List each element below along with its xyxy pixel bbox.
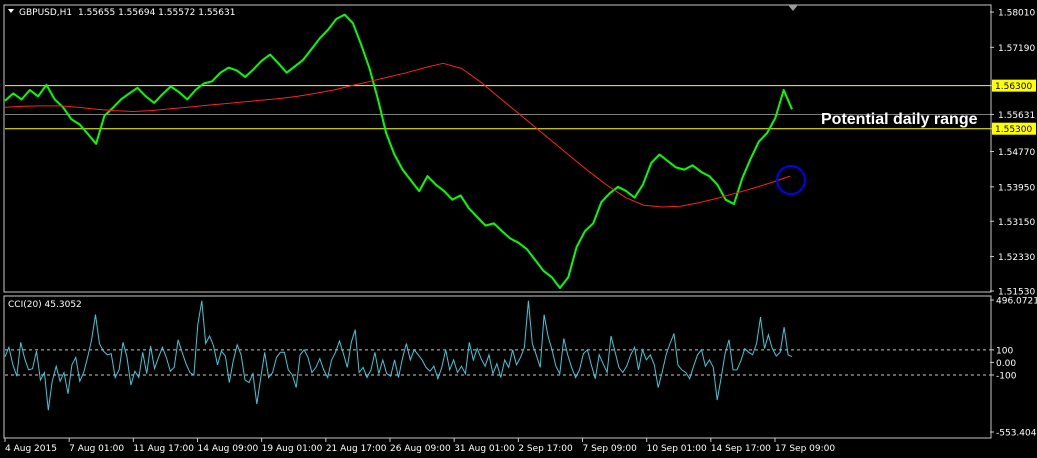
cci-series — [4, 300, 793, 411]
potential-daily-range-annotation: Potential daily range — [821, 111, 978, 128]
x-tick-label-7: 31 Aug 01:00 — [454, 444, 515, 454]
main-panel-frame — [3, 4, 992, 293]
x-tick-label-10: 10 Sep 01:00 — [647, 444, 707, 454]
cci-tick-label-1: 100 — [996, 346, 1013, 356]
trading-chart[interactable]: 1.58010 1.57190 1.55631 1.54770 1.53950 1.531… — [0, 0, 1037, 458]
x-tick-label-6: 26 Aug 09:00 — [390, 444, 451, 454]
x-tick-label-8: 2 Sep 17:00 — [518, 444, 573, 454]
x-tick-label-3: 14 Aug 09:00 — [198, 444, 259, 454]
cci-tick-label-4: -553.4042 — [996, 429, 1037, 439]
highlight-circle — [776, 165, 806, 195]
y-tick-label-3: 1.55631 — [998, 111, 1035, 121]
cci-line-0 — [4, 300, 793, 411]
ohlc-values: 1.55655 1.55694 1.55572 1.55631 — [78, 8, 235, 18]
x-tick-label-12: 17 Sep 09:00 — [775, 444, 835, 454]
price-axis: 1.58010 1.57190 1.55631 1.54770 1.53950 1.531… — [990, 9, 1035, 298]
series-line-0 — [4, 13, 793, 289]
x-tick-label-9: 7 Sep 09:00 — [583, 444, 638, 454]
series-line-1 — [4, 62, 791, 208]
x-tick-label-1: 7 Aug 01:00 — [69, 444, 124, 454]
cci-tick-label-3: -100 — [996, 371, 1017, 381]
x-tick-label-2: 11 Aug 17:00 — [133, 444, 194, 454]
x-tick-label-11: 14 Sep 17:00 — [711, 444, 771, 454]
x-tick-label-4: 19 Aug 01:00 — [262, 444, 323, 454]
menu-triangle-icon[interactable] — [8, 9, 14, 13]
cci-levels — [5, 349, 990, 376]
x-tick-label-0: 4 Aug 2015 — [5, 444, 57, 454]
y-tick-label-6: 1.53950 — [998, 183, 1035, 193]
level-tag-text-4: 1.55300 — [995, 125, 1032, 135]
cci-title: CCI(20) 45.3052 — [8, 300, 82, 310]
y-tick-label-5: 1.54770 — [998, 148, 1035, 158]
scroll-marker-icon[interactable] — [788, 5, 798, 11]
cci-axis: 496.0721 100 0.00 -100 -553.4042 — [990, 297, 1037, 439]
level-tag-text-2: 1.56300 — [995, 82, 1032, 92]
time-axis: 4 Aug 2015 7 Aug 01:00 11 Aug 17:00 14 Aug … — [4, 438, 835, 454]
price-series — [4, 13, 793, 289]
y-tick-label-1: 1.57190 — [998, 44, 1035, 54]
cci-tick-label-0: 496.0721 — [996, 297, 1037, 307]
y-tick-label-8: 1.52330 — [998, 253, 1035, 263]
y-tick-label-7: 1.53150 — [998, 218, 1035, 228]
x-tick-label-5: 21 Aug 17:00 — [326, 444, 387, 454]
chart-title: GBPUSD,H1 — [19, 8, 72, 18]
cci-tick-label-2: 0.00 — [996, 359, 1016, 369]
y-tick-label-0: 1.58010 — [998, 9, 1035, 19]
price-level-tags: 1.56300 1.55300 — [992, 79, 1036, 135]
